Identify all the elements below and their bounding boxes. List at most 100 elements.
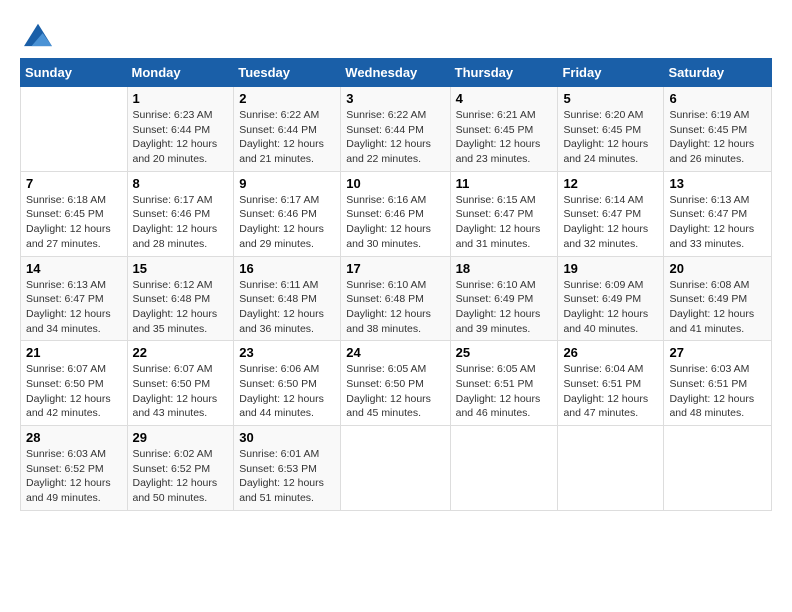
day-number: 18 bbox=[456, 261, 553, 276]
calendar-day-cell: 20 Sunrise: 6:08 AM Sunset: 6:49 PM Dayli… bbox=[664, 256, 772, 341]
day-number: 4 bbox=[456, 91, 553, 106]
calendar-day-cell: 13Sunrise: 6:13 AM Sunset: 6:47 PM Dayli… bbox=[664, 171, 772, 256]
calendar-day-cell: 29 Sunrise: 6:02 AM Sunset: 6:52 PM Dayli… bbox=[127, 426, 234, 511]
calendar-day-cell bbox=[664, 426, 772, 511]
day-info: Sunrise: 6:14 AM Sunset: 6:47 PM Dayligh… bbox=[563, 193, 658, 252]
calendar-week-row: 28Sunrise: 6:03 AM Sunset: 6:52 PM Dayli… bbox=[21, 426, 772, 511]
calendar-day-cell bbox=[341, 426, 450, 511]
calendar-week-row: 14 Sunrise: 6:13 AM Sunset: 6:47 PM Dayli… bbox=[21, 256, 772, 341]
day-number: 6 bbox=[669, 91, 766, 106]
weekday-header-row: SundayMondayTuesdayWednesdayThursdayFrid… bbox=[21, 59, 772, 87]
day-number: 15 bbox=[133, 261, 229, 276]
calendar-day-cell: 27Sunrise: 6:03 AM Sunset: 6:51 PM Dayli… bbox=[664, 341, 772, 426]
calendar-day-cell: 6 Sunrise: 6:19 AM Sunset: 6:45 PM Daylig… bbox=[664, 87, 772, 172]
day-info: Sunrise: 6:22 AM Sunset: 6:44 PM Dayligh… bbox=[346, 108, 444, 167]
weekday-header: Thursday bbox=[450, 59, 558, 87]
weekday-header: Tuesday bbox=[234, 59, 341, 87]
day-number: 7 bbox=[26, 176, 122, 191]
calendar-day-cell: 21 Sunrise: 6:07 AM Sunset: 6:50 PM Dayli… bbox=[21, 341, 128, 426]
calendar-day-cell: 5 Sunrise: 6:20 AM Sunset: 6:45 PM Daylig… bbox=[558, 87, 664, 172]
day-info: Sunrise: 6:23 AM Sunset: 6:44 PM Dayligh… bbox=[133, 108, 229, 167]
day-number: 19 bbox=[563, 261, 658, 276]
day-info: Sunrise: 6:17 AM Sunset: 6:46 PM Dayligh… bbox=[133, 193, 229, 252]
calendar-day-cell bbox=[21, 87, 128, 172]
calendar-day-cell: 8 Sunrise: 6:17 AM Sunset: 6:46 PM Daylig… bbox=[127, 171, 234, 256]
day-info: Sunrise: 6:13 AM Sunset: 6:47 PM Dayligh… bbox=[26, 278, 122, 337]
calendar-day-cell: 11Sunrise: 6:15 AM Sunset: 6:47 PM Dayli… bbox=[450, 171, 558, 256]
weekday-header: Wednesday bbox=[341, 59, 450, 87]
day-number: 30 bbox=[239, 430, 335, 445]
day-number: 12 bbox=[563, 176, 658, 191]
calendar-day-cell: 12 Sunrise: 6:14 AM Sunset: 6:47 PM Dayli… bbox=[558, 171, 664, 256]
day-info: Sunrise: 6:05 AM Sunset: 6:50 PM Dayligh… bbox=[346, 362, 444, 421]
calendar-day-cell bbox=[558, 426, 664, 511]
day-number: 1 bbox=[133, 91, 229, 106]
day-number: 26 bbox=[563, 345, 658, 360]
day-info: Sunrise: 6:01 AM Sunset: 6:53 PM Dayligh… bbox=[239, 447, 335, 506]
day-number: 16 bbox=[239, 261, 335, 276]
page-header bbox=[20, 20, 772, 48]
day-info: Sunrise: 6:05 AM Sunset: 6:51 PM Dayligh… bbox=[456, 362, 553, 421]
day-number: 29 bbox=[133, 430, 229, 445]
day-info: Sunrise: 6:10 AM Sunset: 6:49 PM Dayligh… bbox=[456, 278, 553, 337]
day-number: 23 bbox=[239, 345, 335, 360]
day-info: Sunrise: 6:07 AM Sunset: 6:50 PM Dayligh… bbox=[133, 362, 229, 421]
day-info: Sunrise: 6:03 AM Sunset: 6:52 PM Dayligh… bbox=[26, 447, 122, 506]
day-number: 2 bbox=[239, 91, 335, 106]
calendar-day-cell: 10 Sunrise: 6:16 AM Sunset: 6:46 PM Dayli… bbox=[341, 171, 450, 256]
calendar-day-cell: 7 Sunrise: 6:18 AM Sunset: 6:45 PM Daylig… bbox=[21, 171, 128, 256]
calendar-day-cell: 9 Sunrise: 6:17 AM Sunset: 6:46 PM Daylig… bbox=[234, 171, 341, 256]
day-info: Sunrise: 6:17 AM Sunset: 6:46 PM Dayligh… bbox=[239, 193, 335, 252]
calendar-day-cell: 1 Sunrise: 6:23 AM Sunset: 6:44 PM Daylig… bbox=[127, 87, 234, 172]
day-info: Sunrise: 6:04 AM Sunset: 6:51 PM Dayligh… bbox=[563, 362, 658, 421]
calendar-day-cell: 17Sunrise: 6:10 AM Sunset: 6:48 PM Dayli… bbox=[341, 256, 450, 341]
day-number: 5 bbox=[563, 91, 658, 106]
calendar-week-row: 1 Sunrise: 6:23 AM Sunset: 6:44 PM Daylig… bbox=[21, 87, 772, 172]
calendar-day-cell: 30 Sunrise: 6:01 AM Sunset: 6:53 PM Dayli… bbox=[234, 426, 341, 511]
day-info: Sunrise: 6:18 AM Sunset: 6:45 PM Dayligh… bbox=[26, 193, 122, 252]
day-info: Sunrise: 6:09 AM Sunset: 6:49 PM Dayligh… bbox=[563, 278, 658, 337]
calendar-day-cell bbox=[450, 426, 558, 511]
day-number: 10 bbox=[346, 176, 444, 191]
day-info: Sunrise: 6:19 AM Sunset: 6:45 PM Dayligh… bbox=[669, 108, 766, 167]
day-info: Sunrise: 6:12 AM Sunset: 6:48 PM Dayligh… bbox=[133, 278, 229, 337]
day-info: Sunrise: 6:21 AM Sunset: 6:45 PM Dayligh… bbox=[456, 108, 553, 167]
calendar-day-cell: 28Sunrise: 6:03 AM Sunset: 6:52 PM Dayli… bbox=[21, 426, 128, 511]
day-info: Sunrise: 6:03 AM Sunset: 6:51 PM Dayligh… bbox=[669, 362, 766, 421]
day-info: Sunrise: 6:02 AM Sunset: 6:52 PM Dayligh… bbox=[133, 447, 229, 506]
day-number: 9 bbox=[239, 176, 335, 191]
logo-icon bbox=[24, 20, 52, 48]
day-number: 3 bbox=[346, 91, 444, 106]
calendar-day-cell: 18 Sunrise: 6:10 AM Sunset: 6:49 PM Dayli… bbox=[450, 256, 558, 341]
day-info: Sunrise: 6:06 AM Sunset: 6:50 PM Dayligh… bbox=[239, 362, 335, 421]
calendar-week-row: 21 Sunrise: 6:07 AM Sunset: 6:50 PM Dayli… bbox=[21, 341, 772, 426]
day-number: 21 bbox=[26, 345, 122, 360]
calendar-day-cell: 22 Sunrise: 6:07 AM Sunset: 6:50 PM Dayli… bbox=[127, 341, 234, 426]
calendar-day-cell: 15 Sunrise: 6:12 AM Sunset: 6:48 PM Dayli… bbox=[127, 256, 234, 341]
day-info: Sunrise: 6:22 AM Sunset: 6:44 PM Dayligh… bbox=[239, 108, 335, 167]
calendar-day-cell: 24 Sunrise: 6:05 AM Sunset: 6:50 PM Dayli… bbox=[341, 341, 450, 426]
day-info: Sunrise: 6:16 AM Sunset: 6:46 PM Dayligh… bbox=[346, 193, 444, 252]
calendar-day-cell: 23 Sunrise: 6:06 AM Sunset: 6:50 PM Dayli… bbox=[234, 341, 341, 426]
calendar-day-cell: 14 Sunrise: 6:13 AM Sunset: 6:47 PM Dayli… bbox=[21, 256, 128, 341]
day-info: Sunrise: 6:11 AM Sunset: 6:48 PM Dayligh… bbox=[239, 278, 335, 337]
day-number: 11 bbox=[456, 176, 553, 191]
day-number: 20 bbox=[669, 261, 766, 276]
calendar-day-cell: 4 Sunrise: 6:21 AM Sunset: 6:45 PM Daylig… bbox=[450, 87, 558, 172]
day-info: Sunrise: 6:07 AM Sunset: 6:50 PM Dayligh… bbox=[26, 362, 122, 421]
day-number: 22 bbox=[133, 345, 229, 360]
logo bbox=[20, 20, 52, 48]
day-number: 17 bbox=[346, 261, 444, 276]
calendar-day-cell: 3 Sunrise: 6:22 AM Sunset: 6:44 PM Daylig… bbox=[341, 87, 450, 172]
day-info: Sunrise: 6:08 AM Sunset: 6:49 PM Dayligh… bbox=[669, 278, 766, 337]
day-info: Sunrise: 6:20 AM Sunset: 6:45 PM Dayligh… bbox=[563, 108, 658, 167]
day-number: 8 bbox=[133, 176, 229, 191]
calendar-day-cell: 19 Sunrise: 6:09 AM Sunset: 6:49 PM Dayli… bbox=[558, 256, 664, 341]
calendar-table: SundayMondayTuesdayWednesdayThursdayFrid… bbox=[20, 58, 772, 511]
day-number: 24 bbox=[346, 345, 444, 360]
weekday-header: Monday bbox=[127, 59, 234, 87]
day-number: 14 bbox=[26, 261, 122, 276]
day-number: 13 bbox=[669, 176, 766, 191]
calendar-week-row: 7 Sunrise: 6:18 AM Sunset: 6:45 PM Daylig… bbox=[21, 171, 772, 256]
calendar-day-cell: 25Sunrise: 6:05 AM Sunset: 6:51 PM Dayli… bbox=[450, 341, 558, 426]
